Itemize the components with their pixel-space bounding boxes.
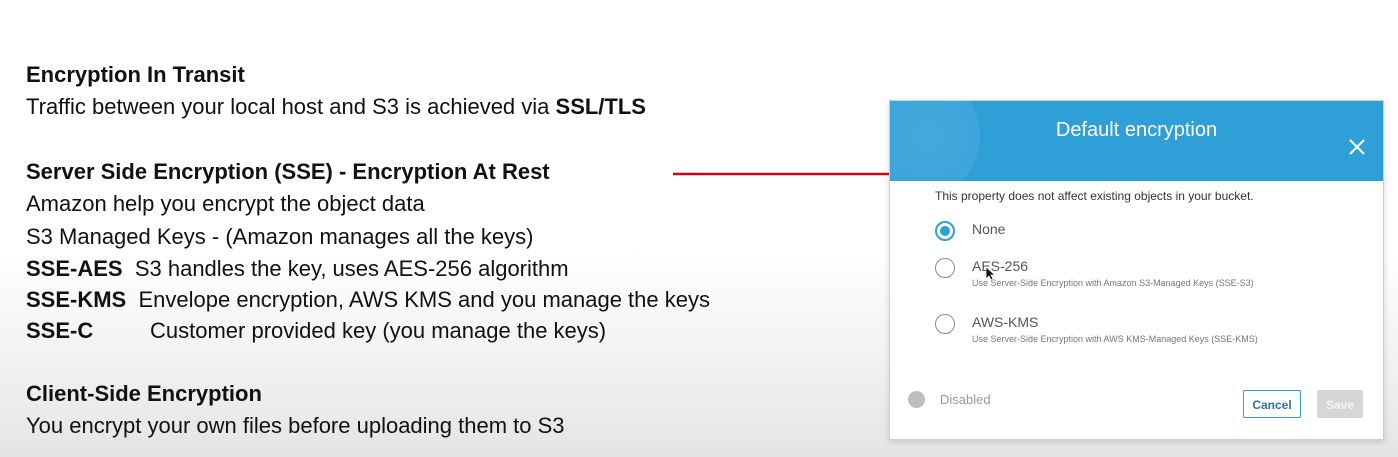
save-button[interactable]: Save [1317, 390, 1363, 418]
sse-line-1: Amazon help you encrypt the object data [26, 191, 425, 216]
default-encryption-dialog: Default encryption This property does no… [889, 100, 1384, 440]
client-heading: Client-Side Encryption [26, 381, 262, 406]
sse-aes-desc: S3 handles the key, uses AES-256 algorit… [134, 256, 569, 281]
pointer-arrow [673, 168, 903, 180]
sse-kms-line: SSE-KMS Envelope encryption, AWS KMS and… [26, 287, 710, 313]
radio-aws-kms[interactable] [935, 314, 955, 334]
status-indicator [908, 391, 925, 408]
cancel-button[interactable]: Cancel [1243, 390, 1301, 418]
transit-heading: Encryption In Transit [26, 62, 245, 87]
dialog-title: Default encryption [1055, 119, 1218, 141]
radio-none[interactable] [935, 221, 955, 241]
client-text: You encrypt your own files before upload… [26, 413, 565, 438]
transit-text-body: Traffic between your local host and S3 i… [26, 94, 556, 119]
option-aes-256-description: Use Server-Side Encryption with Amazon S… [972, 278, 1254, 288]
option-aws-kms-label: AWS-KMS [972, 314, 1039, 330]
option-aes-256-label: AES-256 [972, 258, 1029, 274]
sse-aes-term: SSE-AES [26, 256, 123, 281]
option-none-label: None [972, 221, 1006, 237]
close-icon[interactable] [1347, 137, 1367, 157]
sse-c-desc: Customer provided key (you manage the ke… [150, 318, 607, 343]
sse-kms-desc: Envelope encryption, AWS KMS and you man… [138, 287, 710, 312]
mouse-cursor-icon [986, 267, 996, 281]
sse-line-2: S3 Managed Keys - (Amazon manages all th… [26, 224, 534, 249]
radio-aes-256[interactable] [935, 258, 955, 278]
dialog-note: This property does not affect existing o… [935, 189, 1254, 203]
sse-heading: Server Side Encryption (SSE) - Encryptio… [26, 159, 550, 184]
status-label: Disabled [940, 392, 991, 407]
dialog-header: Default encryption [890, 101, 1383, 181]
transit-text: Traffic between your local host and S3 i… [26, 94, 646, 120]
sse-c-term: SSE-C [26, 318, 94, 343]
sse-aes-line: SSE-AES S3 handles the key, uses AES-256… [26, 256, 569, 282]
option-aws-kms-description: Use Server-Side Encryption with AWS KMS-… [972, 334, 1258, 344]
sse-c-line: SSE-C Customer provided key (you manage t… [26, 318, 606, 344]
sse-kms-term: SSE-KMS [26, 287, 127, 312]
transit-protocol: SSL/TLS [555, 94, 646, 119]
